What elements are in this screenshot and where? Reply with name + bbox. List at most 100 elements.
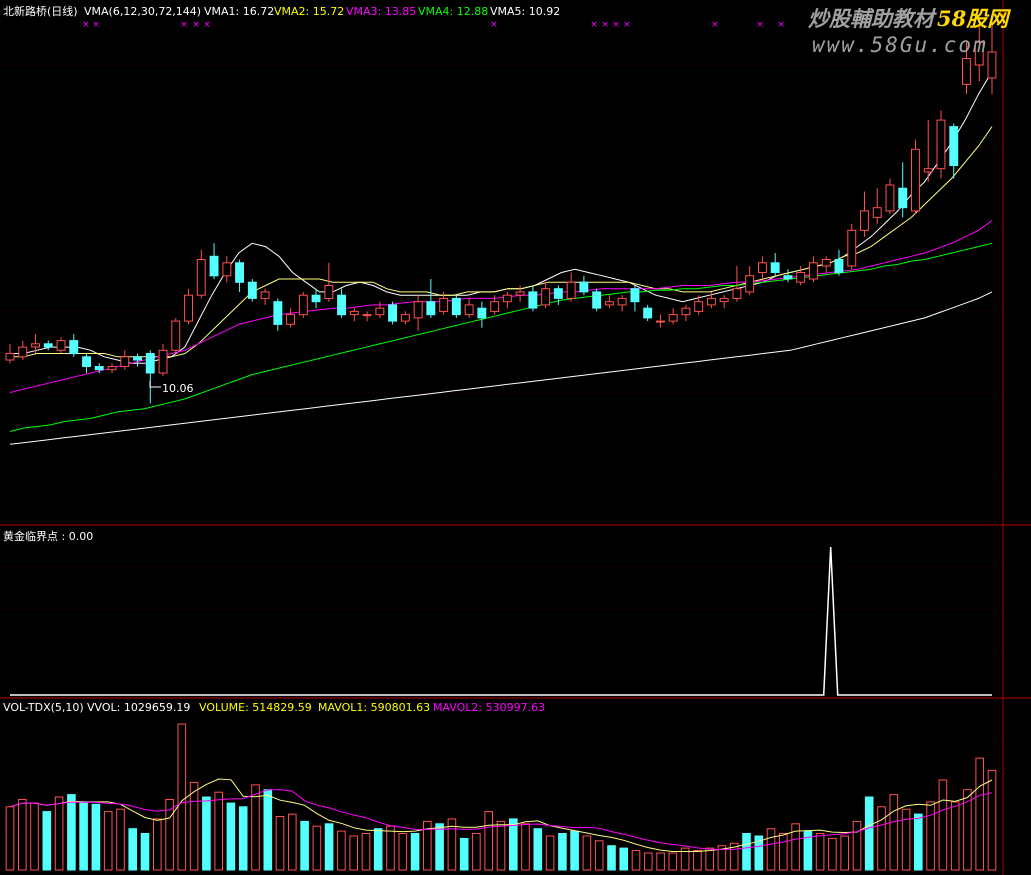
volume-bar (656, 852, 665, 871)
volume-bar (226, 802, 236, 871)
volume-bar (668, 852, 678, 871)
ma-line-vma1 (10, 71, 993, 364)
chart-canvas: × × × × × × × × × × × × × 10.06 北新路桥(日线) VMA(6,12,30… (0, 0, 1031, 875)
candle (196, 249, 206, 299)
watermark-line1: 炒股輔助教材 (808, 6, 937, 31)
candle (758, 256, 767, 279)
volume-bar (312, 825, 322, 871)
stock-title: 北新路桥(日线) (3, 4, 78, 18)
candle-body (171, 320, 181, 351)
volume-bar (373, 828, 383, 871)
volume-bar (5, 806, 15, 871)
candle-body (770, 262, 780, 273)
vol-legend-mavol2: MAVOL2: 530997.63 (433, 701, 545, 714)
candle-body (337, 294, 347, 316)
signal-marker: × (82, 20, 90, 30)
volume-bar (877, 806, 886, 871)
candle (235, 259, 245, 292)
volume-bar (828, 837, 837, 871)
candle (400, 311, 410, 325)
signal-marker: × (490, 20, 498, 30)
candle (770, 253, 780, 276)
candle (949, 123, 959, 179)
candle (821, 256, 831, 273)
candle (502, 291, 512, 309)
candle (745, 266, 755, 296)
watermark: 炒股輔助教材 58股网 www.58Gu.com (808, 6, 1011, 57)
volume-bar (300, 820, 309, 871)
candle-body (18, 346, 28, 358)
volume-bar (631, 850, 641, 871)
candle (668, 308, 678, 325)
volume-bar (509, 818, 518, 871)
ma-line-vma2 (10, 126, 993, 358)
volume-bar (140, 833, 150, 871)
volume-bar (484, 811, 493, 871)
candle-body (94, 366, 104, 371)
main-legend-vma2: VMA2: 15.72 (274, 5, 344, 18)
volume-bar (386, 825, 395, 871)
candle-body (490, 301, 500, 312)
volume-bar (693, 850, 702, 871)
candle-body (286, 314, 296, 325)
volume-bar (926, 801, 935, 871)
volume-bar (705, 847, 715, 871)
candle-body (860, 210, 869, 231)
candle-body (133, 356, 143, 361)
candle-body (247, 281, 257, 299)
candle (184, 288, 194, 325)
volume-bar (238, 806, 248, 871)
candle-body (324, 285, 334, 299)
signal-marker: × (92, 20, 100, 30)
candle-body (962, 58, 971, 85)
signal-marker: × (612, 20, 620, 30)
candle-body (579, 281, 589, 293)
candle-body (694, 301, 704, 312)
volume-bar (153, 818, 162, 871)
volume-bar (644, 852, 653, 871)
candle (18, 340, 28, 361)
main-legend-vma1: VMA1: 16.72 (204, 5, 274, 18)
candlesticks (5, 19, 997, 404)
signal-marker: × (623, 20, 631, 30)
candle (579, 275, 589, 296)
volume-bar (103, 811, 113, 871)
volume-bar (558, 833, 567, 871)
candle (936, 110, 946, 179)
candle-body (349, 310, 359, 316)
candle-body (464, 304, 474, 316)
low-marker-line (149, 381, 161, 388)
candle (362, 311, 372, 322)
candle-body (477, 307, 487, 319)
candle (375, 301, 385, 318)
candle-body (515, 291, 525, 296)
candle-body (426, 301, 436, 316)
volume-bar (472, 833, 481, 871)
candle-body (184, 294, 194, 322)
candle-body (847, 229, 857, 267)
candle-body (82, 356, 91, 367)
volume-bar (950, 801, 960, 871)
candle (834, 249, 844, 276)
volume-bar (742, 833, 751, 871)
volume-bar (459, 837, 469, 871)
signal-markers: × × × × × × × × × × × × × (82, 20, 785, 30)
ma-line-vma3 (9, 220, 993, 393)
candle-body (732, 288, 742, 299)
candle-body (604, 301, 614, 306)
golden-critical-point-panel (10, 546, 992, 696)
candle-body (668, 314, 678, 322)
candle-body (987, 51, 997, 79)
candle-body (796, 272, 806, 283)
candle-body (592, 291, 602, 309)
volume-bar (570, 830, 579, 871)
candle-body (400, 314, 410, 322)
candle (464, 298, 474, 318)
candle (5, 343, 15, 364)
candle (541, 282, 551, 309)
main-legend-vma5: VMA5: 10.92 (490, 5, 560, 18)
vol-legend-mavol1: MAVOL1: 590801.63 (318, 701, 430, 714)
volume-indicator-name: VOL-TDX(5,10) (3, 701, 84, 714)
sub-panel-label: 黄金临界点 : 0.00 (3, 529, 93, 543)
candle-body (566, 281, 576, 299)
